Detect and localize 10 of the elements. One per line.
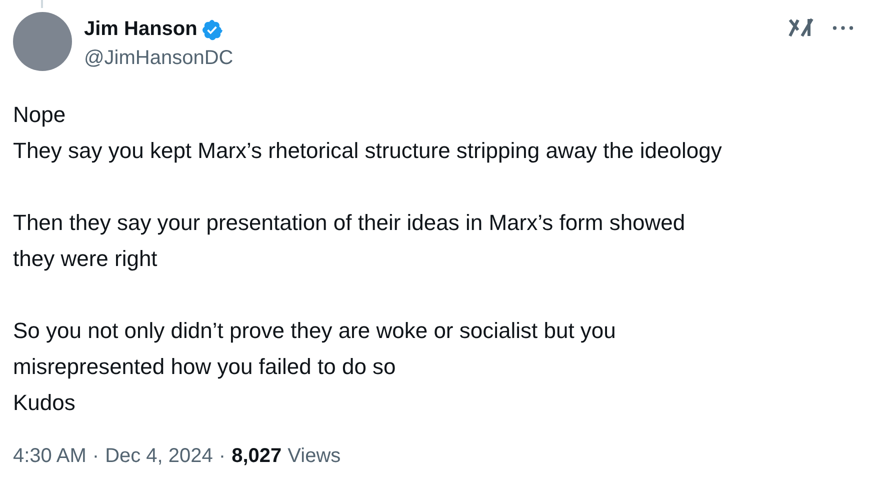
author-handle[interactable]: @JimHansonDC	[84, 47, 776, 70]
author-name[interactable]: Jim Hanson	[84, 18, 198, 41]
post-date[interactable]: Dec 4, 2024	[105, 445, 213, 468]
tweet-text: Nope They say you kept Marx’s rhetorical structure stripping away the ideology Then they say your presentation of their ideas in Marx’s form showed they were right So you not only didn’t prove they are woke or socialist but you misrepresented how you failed to do so Kudos	[13, 101, 723, 417]
separator-dot: ·	[92, 445, 100, 468]
views-label: Views	[288, 445, 341, 468]
separator-dot: ·	[218, 445, 226, 468]
more-icon[interactable]	[832, 25, 854, 31]
views-count: 8,027	[232, 445, 282, 468]
post-time[interactable]: 4:30 AM	[13, 445, 86, 468]
